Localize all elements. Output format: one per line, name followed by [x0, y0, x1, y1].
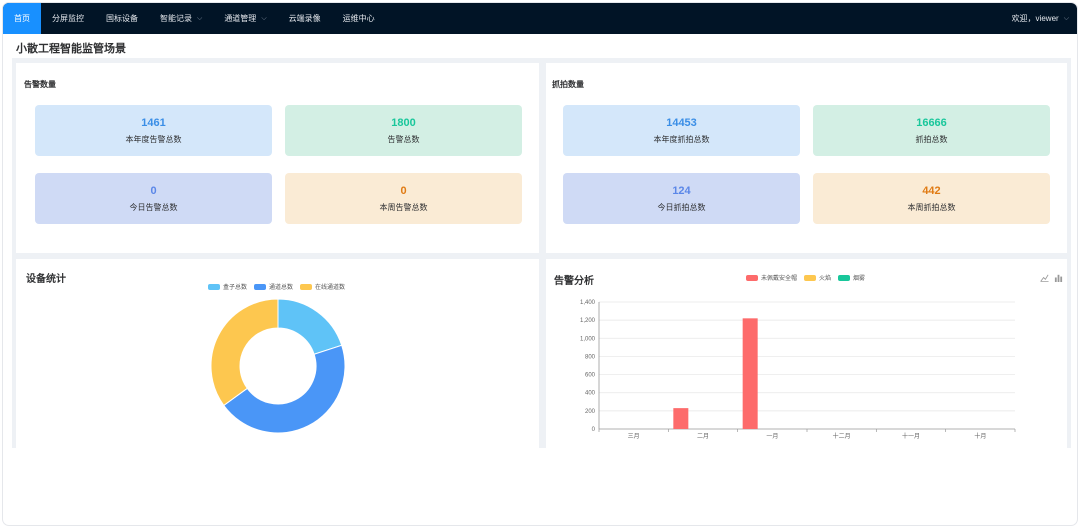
x-tick-label: 一月 [766, 433, 778, 440]
nav-item-label: 分屏监控 [52, 14, 84, 23]
stat-label: 今日告警总数 [129, 202, 178, 212]
stat-label: 本周告警总数 [379, 202, 428, 212]
y-tick-label: 200 [585, 409, 596, 415]
stat-label: 本年度告警总数 [125, 134, 182, 144]
x-tick-label: 二月 [697, 433, 709, 440]
app-window: 首页 分屏监控 国标设备 智能记录 ⌵ 通道管理 ⌵ 云端录像 运维中心 欢迎，viewer ⌵… [3, 3, 1077, 525]
page-title: 小散工程智能监管场景 [16, 43, 126, 55]
stat-value: 0 [150, 184, 157, 197]
capture-count-title: 抓拍数量 [552, 80, 584, 89]
capture-count-panel: 抓拍数量 14453 本年度抓拍总数 16666 抓拍总数 124 今日抓拍总数 442 本周… [546, 63, 1067, 253]
user-menu[interactable]: 欢迎，viewer ⌵ [1012, 3, 1077, 34]
y-tick-label: 1,000 [580, 336, 596, 342]
nav-item-5[interactable]: 云端录像 [278, 3, 332, 34]
capture-count-card-2: 124 今日抓拍总数 [563, 173, 800, 224]
y-tick-label: 1,400 [580, 300, 596, 306]
stat-label: 抓拍总数 [915, 134, 948, 144]
capture-count-card-1: 16666 抓拍总数 [813, 105, 1050, 156]
nav-menu: 首页 分屏监控 国标设备 智能记录 ⌵ 通道管理 ⌵ 云端录像 运维中心 [3, 3, 386, 34]
alarm-count-card-2: 0 今日告警总数 [35, 173, 272, 224]
stat-label: 今日抓拍总数 [657, 202, 706, 212]
x-tick-label: 十月 [974, 432, 986, 440]
nav-item-label: 国标设备 [106, 14, 138, 23]
bar-0-1[interactable] [673, 408, 689, 429]
y-tick-label: 800 [585, 354, 596, 360]
top-navigation: 首页 分屏监控 国标设备 智能记录 ⌵ 通道管理 ⌵ 云端录像 运维中心 欢迎，viewer ⌵ [3, 3, 1077, 34]
stat-label: 本周抓拍总数 [907, 202, 956, 212]
y-tick-label: 1,200 [580, 318, 596, 324]
bar-0-2[interactable] [742, 318, 758, 429]
chevron-down-icon: ⌵ [1063, 14, 1069, 22]
nav-item-0[interactable]: 首页 [3, 3, 41, 34]
nav-item-label: 通道管理 [224, 14, 257, 23]
stat-label: 本年度抓拍总数 [653, 134, 710, 144]
stat-value: 16666 [916, 116, 947, 129]
nav-item-6[interactable]: 运维中心 [332, 3, 386, 34]
y-tick-label: 600 [585, 373, 596, 379]
alarm-count-card-3: 0 本周告警总数 [285, 173, 522, 224]
donut-slice-2[interactable] [210, 298, 279, 407]
y-tick-label: 0 [592, 427, 596, 433]
nav-item-label: 云端录像 [288, 14, 321, 23]
x-tick-label: 十一月 [902, 432, 920, 440]
stat-value: 0 [400, 184, 407, 197]
stat-value: 442 [922, 184, 941, 197]
capture-count-card-3: 442 本周抓拍总数 [813, 173, 1050, 224]
welcome-text: 欢迎，viewer [1011, 14, 1059, 23]
chevron-down-icon: ⌵ [197, 14, 203, 22]
chevron-down-icon: ⌵ [261, 14, 267, 22]
device-stats-panel: 设备统计 盒子总数 通道总数 在线通道数 [16, 259, 539, 448]
stat-value: 1461 [141, 116, 166, 129]
alarm-analysis-panel: 告警分析 未佩戴安全帽 火焰 烟雾 0 200 400 600 800 1,000 1,200 1… [546, 259, 1067, 448]
nav-item-label: 首页 [14, 14, 30, 23]
x-tick-label: 十二月 [833, 432, 851, 440]
stat-value: 1800 [391, 116, 416, 129]
alarm-count-card-0: 1461 本年度告警总数 [35, 105, 272, 156]
nav-item-2[interactable]: 国标设备 [95, 3, 149, 34]
nav-item-1[interactable]: 分屏监控 [41, 3, 95, 34]
capture-count-card-0: 14453 本年度抓拍总数 [563, 105, 800, 156]
alarm-count-panel: 告警数量 1461 本年度告警总数 1800 告警总数 0 今日告警总数 0 本周告警总数 [16, 63, 539, 253]
nav-item-4[interactable]: 通道管理 ⌵ [213, 3, 277, 34]
alarm-count-card-1: 1800 告警总数 [285, 105, 522, 156]
y-tick-label: 400 [585, 391, 596, 397]
x-tick-label: 三月 [628, 433, 640, 440]
donut-slice-0[interactable] [277, 298, 343, 355]
nav-item-label: 智能记录 [160, 14, 192, 23]
stat-label: 告警总数 [387, 134, 420, 144]
stat-value: 14453 [666, 116, 697, 129]
stat-value: 124 [672, 184, 691, 197]
alarm-count-title: 告警数量 [24, 80, 56, 89]
device-donut-chart [210, 298, 346, 434]
alarm-bar-chart: 0 200 400 600 800 1,000 1,200 1,400 三月 二月 一月 十二月 十一月… [580, 300, 1016, 440]
nav-item-3[interactable]: 智能记录 ⌵ [149, 3, 213, 34]
nav-item-label: 运维中心 [342, 14, 375, 23]
